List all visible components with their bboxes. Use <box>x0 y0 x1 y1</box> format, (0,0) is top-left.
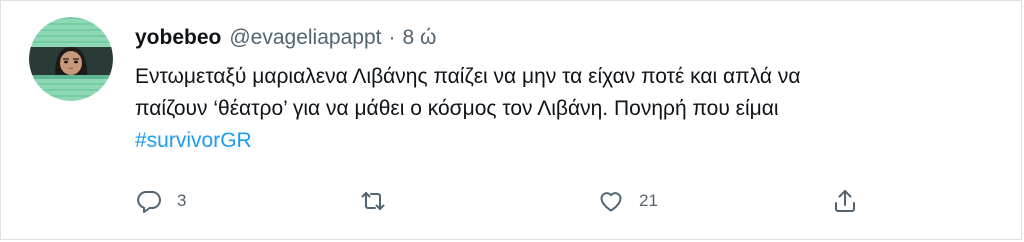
tweet-header: yobebeo @evageliapappt · 8 ώ <box>135 23 436 53</box>
tweet-actions: 3 21 <box>135 177 875 225</box>
avatar-image <box>29 17 113 101</box>
share-icon <box>835 190 855 212</box>
tweet-text: Εντωμεταξύ μαριαλενα Λιβάνης παίζει να μ… <box>135 61 995 157</box>
retweet-icon <box>361 192 385 210</box>
tweet-text-line: παίζουν ‘θέατρο’ για να μάθει ο κόσμος τ… <box>135 97 779 120</box>
header-separator: · <box>388 26 396 49</box>
share-button[interactable] <box>831 177 873 225</box>
hashtag-link[interactable]: #survivorGR <box>135 125 995 157</box>
tweet-timestamp[interactable]: 8 ώ <box>402 26 436 50</box>
display-name[interactable]: yobebeo <box>135 26 221 50</box>
reply-count: 3 <box>177 191 187 210</box>
tweet-card[interactable]: yobebeo @evageliapappt · 8 ώ Εντωμεταξύ … <box>0 0 1022 240</box>
heart-icon <box>600 192 622 212</box>
reply-icon <box>137 190 161 213</box>
like-button[interactable]: 21 <box>597 177 658 225</box>
user-handle[interactable]: @evageliapappt <box>229 26 381 50</box>
tweet-text-line: Εντωμεταξύ μαριαλενα Λιβάνης παίζει να μ… <box>135 65 801 88</box>
avatar[interactable] <box>29 17 113 101</box>
reply-button[interactable]: 3 <box>135 177 186 225</box>
retweet-button[interactable] <box>359 177 401 225</box>
like-count: 21 <box>639 191 658 210</box>
